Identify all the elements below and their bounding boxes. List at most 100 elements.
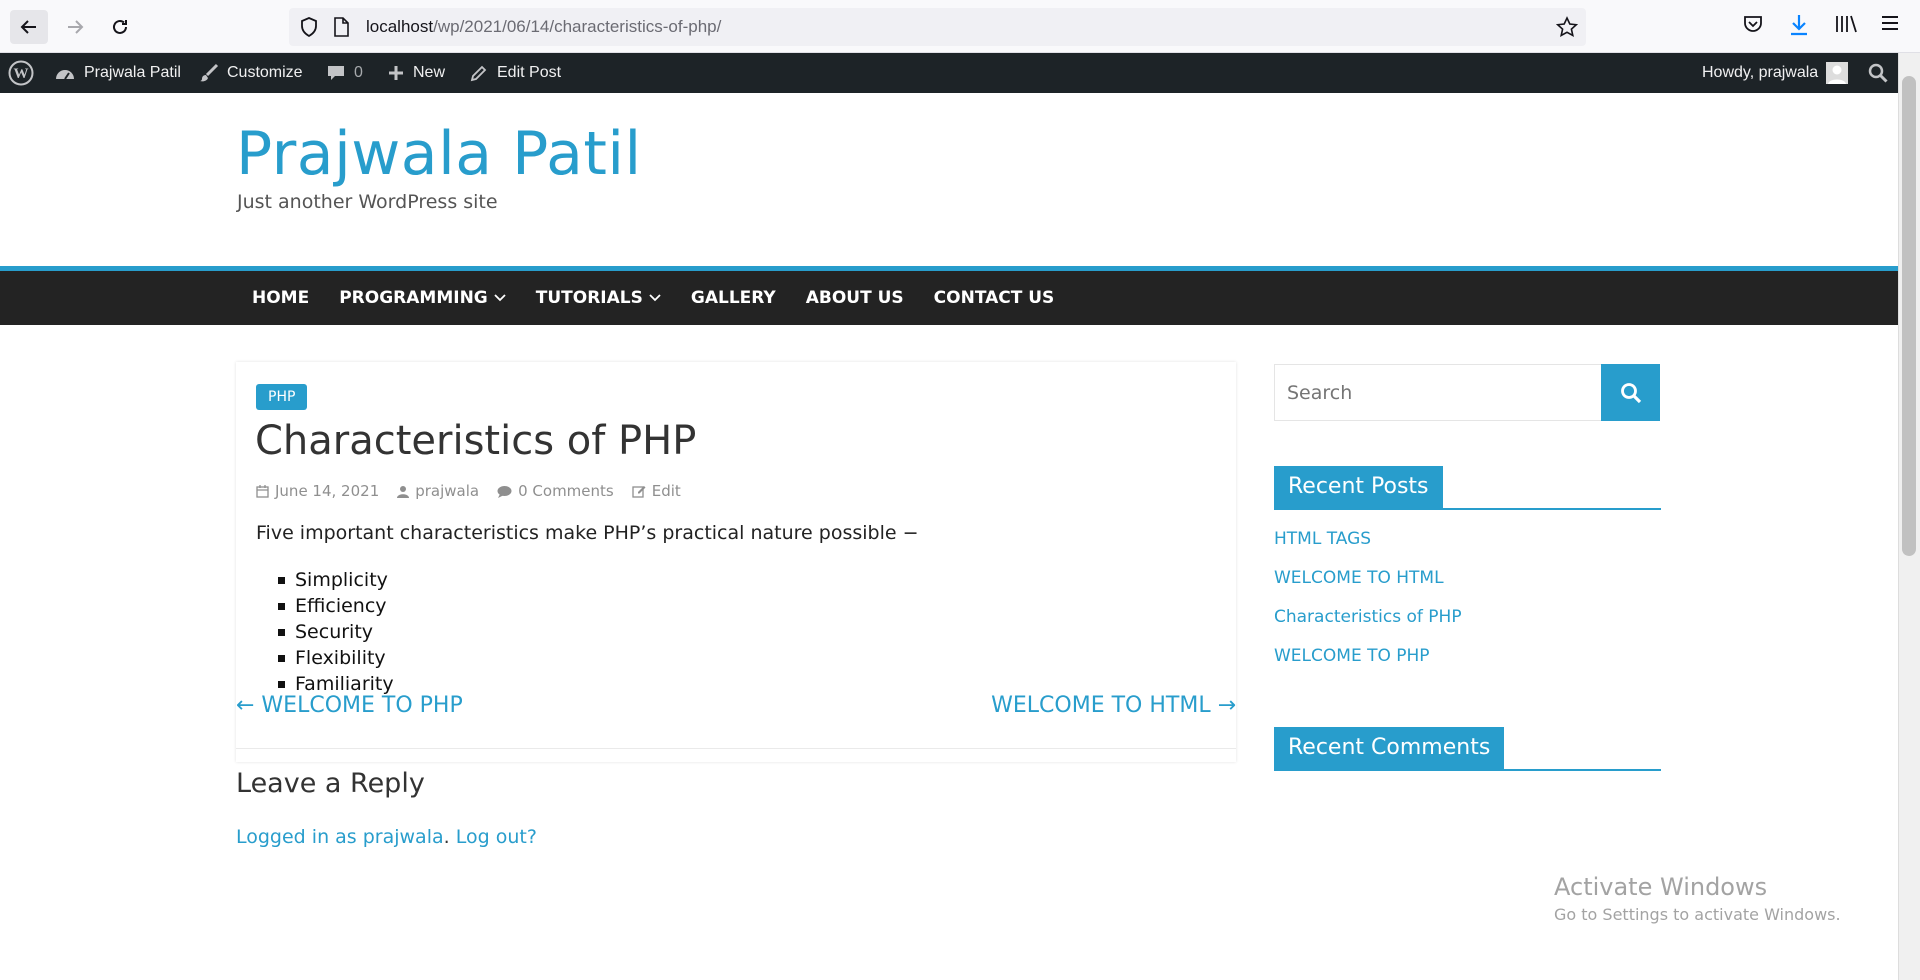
post-meta: June 14, 2021 prajwala 0 Comments Edit: [256, 482, 681, 500]
menu-item-home[interactable]: HOME: [237, 288, 324, 308]
hamburger-menu-icon[interactable]: [1880, 13, 1900, 37]
page-scrollbar-thumb[interactable]: [1902, 76, 1916, 556]
admin-edit-post-label: Edit Post: [497, 64, 562, 81]
wordpress-icon: W: [8, 60, 34, 86]
reload-icon: [113, 19, 127, 34]
menu-label: PROGRAMMING: [339, 288, 488, 308]
admin-account[interactable]: Howdy, prajwala: [1702, 53, 1849, 93]
admin-new[interactable]: New: [387, 53, 445, 93]
post-edit-text: Edit: [651, 482, 681, 500]
menu-label: GALLERY: [690, 288, 776, 308]
watermark-line2: Go to Settings to activate Windows.: [1554, 905, 1841, 924]
pencil-icon: [470, 65, 487, 82]
post-comments-text: 0 Comments: [518, 482, 614, 500]
chevron-down-icon: [494, 294, 506, 302]
forward-button[interactable]: [56, 10, 94, 44]
characteristics-list: Simplicity Efficiency Security Flexibili…: [278, 567, 394, 697]
admin-customize[interactable]: Customize: [199, 53, 303, 93]
post-title: Characteristics of PHP: [255, 418, 697, 464]
user-icon: [397, 485, 410, 498]
admin-new-label: New: [413, 64, 446, 81]
download-icon[interactable]: [1788, 13, 1810, 41]
calendar-icon: [256, 484, 269, 498]
admin-site-name[interactable]: Prajwala Patil: [54, 53, 181, 93]
howdy-label: Howdy, prajwala: [1702, 64, 1819, 81]
next-post-link[interactable]: WELCOME TO HTML →: [991, 693, 1236, 718]
main-menu: HOME PROGRAMMING TUTORIALS GALLERY ABOUT…: [237, 271, 1069, 325]
post-edit[interactable]: Edit: [632, 482, 681, 500]
activate-windows-watermark: Activate Windows Go to Settings to activ…: [1554, 873, 1841, 924]
wordpress-logo-button[interactable]: W: [8, 53, 34, 93]
recent-post-link[interactable]: HTML TAGS: [1274, 526, 1462, 565]
pocket-icon[interactable]: [1742, 13, 1764, 39]
page-icon: [333, 17, 349, 41]
logout-link[interactable]: Log out?: [456, 826, 537, 848]
reply-title: Leave a Reply: [236, 768, 425, 799]
admin-comments[interactable]: 0: [326, 53, 363, 93]
recent-post-link[interactable]: WELCOME TO HTML: [1274, 565, 1462, 604]
dashboard-icon: [56, 70, 74, 80]
site-page: Prajwala Patil Just another WordPress si…: [0, 93, 1898, 980]
menu-item-programming[interactable]: PROGRAMMING: [324, 288, 521, 308]
menu-item-contact-us[interactable]: CONTACT US: [919, 288, 1070, 308]
menu-label: TUTORIALS: [535, 288, 643, 308]
post-date[interactable]: June 14, 2021: [256, 482, 379, 500]
recent-posts-list: HTML TAGS WELCOME TO HTML Characteristic…: [1274, 526, 1462, 682]
previous-post-link[interactable]: ← WELCOME TO PHP: [236, 693, 463, 718]
menu-item-gallery[interactable]: GALLERY: [676, 288, 791, 308]
list-item: Simplicity: [278, 567, 394, 593]
arrow-right-icon: [68, 20, 84, 34]
url-text[interactable]: localhost/wp/2021/06/14/characteristics-…: [366, 17, 721, 37]
recent-comments-heading: Recent Comments: [1274, 727, 1661, 771]
watermark-line1: Activate Windows: [1554, 873, 1768, 901]
shield-icon[interactable]: [299, 16, 319, 42]
search-icon: [1868, 63, 1888, 83]
wp-admin-bar: W Prajwala Patil Customize 0 New Edit Po…: [0, 53, 1898, 93]
admin-edit-post[interactable]: Edit Post: [469, 53, 561, 93]
recent-posts-heading: Recent Posts: [1274, 466, 1661, 510]
logged-in-link[interactable]: Logged in as prajwala: [236, 826, 444, 848]
admin-search[interactable]: [1868, 53, 1888, 93]
menu-label: HOME: [252, 288, 310, 308]
post-date-text: June 14, 2021: [275, 482, 380, 500]
menu-label: ABOUT US: [805, 288, 904, 308]
divider: [236, 748, 1236, 749]
recent-posts-title: Recent Posts: [1274, 466, 1443, 510]
avatar-icon: [1826, 62, 1849, 84]
recent-post-link[interactable]: WELCOME TO PHP: [1274, 643, 1462, 682]
post-author-text: prajwala: [415, 482, 480, 500]
recent-comments-title: Recent Comments: [1274, 727, 1505, 771]
svg-text:W: W: [14, 66, 29, 82]
comment-icon: [497, 485, 512, 498]
chevron-down-icon: [649, 294, 661, 302]
logged-in-line: Logged in as prajwala. Log out?: [236, 826, 537, 848]
recent-post-link[interactable]: Characteristics of PHP: [1274, 604, 1462, 643]
menu-item-about-us[interactable]: ABOUT US: [791, 288, 919, 308]
search-input[interactable]: [1275, 365, 1601, 420]
category-tag[interactable]: PHP: [256, 384, 308, 410]
menu-item-tutorials[interactable]: TUTORIALS: [521, 288, 676, 308]
browser-toolbar: localhost/wp/2021/06/14/characteristics-…: [0, 0, 1920, 53]
menu-label: CONTACT US: [933, 288, 1055, 308]
site-tagline: Just another WordPress site: [237, 191, 498, 213]
bookmark-star-icon[interactable]: [1555, 16, 1579, 42]
site-title[interactable]: Prajwala Patil: [236, 119, 642, 189]
address-bar[interactable]: localhost/wp/2021/06/14/characteristics-…: [289, 8, 1586, 46]
edit-icon: [632, 486, 646, 498]
post-intro: Five important characteristics make PHP’…: [256, 522, 919, 544]
main-navigation: HOME PROGRAMMING TUTORIALS GALLERY ABOUT…: [0, 266, 1898, 325]
post-author[interactable]: prajwala: [397, 482, 479, 500]
list-item: Security: [278, 619, 394, 645]
library-icon[interactable]: [1834, 13, 1858, 39]
search-button[interactable]: [1601, 364, 1660, 421]
post-comments[interactable]: 0 Comments: [497, 482, 614, 500]
admin-customize-label: Customize: [227, 64, 303, 81]
plus-icon: [389, 66, 403, 80]
paintbrush-icon: [200, 63, 219, 82]
list-item: Efficiency: [278, 593, 394, 619]
admin-site-name-label: Prajwala Patil: [84, 64, 181, 81]
back-button[interactable]: [10, 10, 48, 44]
comment-icon: [328, 66, 344, 80]
reload-button[interactable]: [101, 10, 139, 44]
arrow-left-icon: [20, 20, 36, 34]
